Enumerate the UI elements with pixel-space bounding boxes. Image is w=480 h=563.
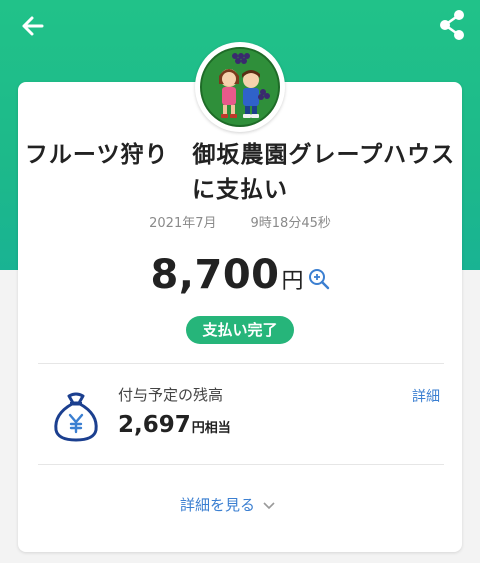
balance-unit: 円相当 xyxy=(191,421,231,436)
currency-label: 円 xyxy=(281,269,304,294)
status-badge: 支払い完了 xyxy=(186,316,294,344)
divider-top xyxy=(38,363,444,364)
yen-moneybag-icon xyxy=(54,392,98,442)
balance-value: 2,697円相当 xyxy=(118,412,231,438)
arrow-left-icon xyxy=(22,16,44,36)
divider-bottom xyxy=(38,464,444,465)
payment-amount: 8,700 xyxy=(150,252,280,298)
zoom-in-icon[interactable] xyxy=(308,268,330,290)
balance-amount: 2,697 xyxy=(118,412,191,438)
merchant-logo-icon xyxy=(200,47,280,127)
amount-row: 8,700円 xyxy=(18,252,462,298)
share-icon xyxy=(440,10,464,40)
see-details-label: 詳細を見る xyxy=(180,496,256,514)
chevron-down-icon xyxy=(263,502,275,510)
balance-label: 付与予定の残高 xyxy=(118,386,224,404)
see-details-button[interactable]: 詳細を見る xyxy=(180,494,300,515)
merchant-name: フルーツ狩り 御坂農園グレープハウスに支払い xyxy=(24,142,456,203)
balance-detail-link[interactable]: 詳細 xyxy=(412,386,440,406)
back-button[interactable] xyxy=(16,10,48,42)
merchant-avatar xyxy=(195,42,285,132)
transaction-date: 2021年7月 xyxy=(149,216,217,231)
share-button[interactable] xyxy=(436,8,468,42)
transaction-datetime: 2021年7月 9時18分45秒 xyxy=(18,212,462,231)
transaction-time: 9時18分45秒 xyxy=(250,216,331,231)
